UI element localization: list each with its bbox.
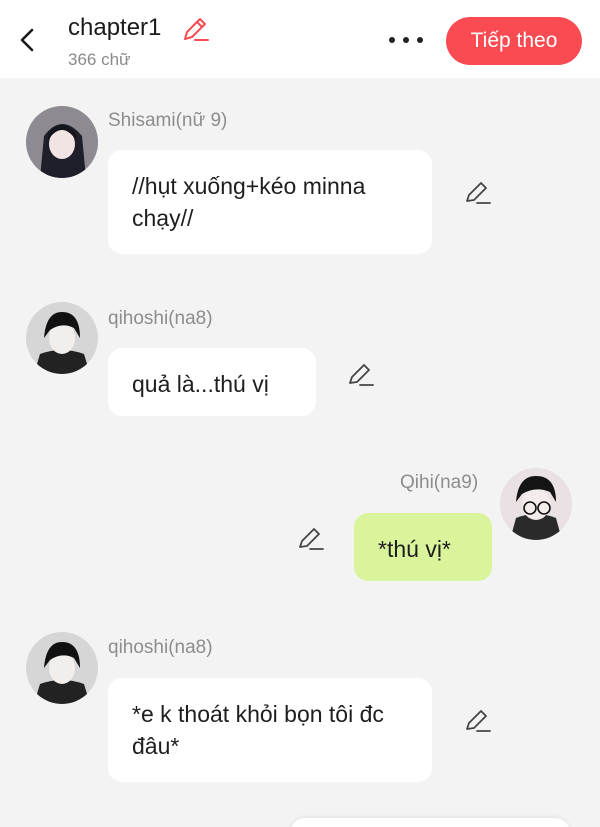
avatar[interactable] bbox=[500, 468, 572, 540]
pencil-icon[interactable] bbox=[463, 178, 493, 208]
pencil-icon[interactable] bbox=[463, 706, 493, 736]
avatar-image bbox=[500, 468, 572, 540]
avatar-image bbox=[26, 302, 98, 374]
header-bar: chapter1 366 chữ Tiếp theo bbox=[0, 0, 600, 78]
avatar-image bbox=[26, 632, 98, 704]
avatar-image bbox=[26, 106, 98, 178]
pencil-icon[interactable] bbox=[296, 524, 326, 554]
more-dots-icon[interactable] bbox=[386, 30, 426, 50]
message-bubble[interactable]: quả là...thú vị bbox=[108, 348, 316, 416]
message-bubble[interactable]: //hụt xuống+kéo minna chạy// bbox=[108, 150, 432, 254]
next-chapter-button[interactable]: Tiếp theo bbox=[446, 17, 582, 65]
message-bubble[interactable]: *e k thoát khỏi bọn tôi đc đâu* bbox=[108, 678, 432, 782]
back-arrow-icon[interactable] bbox=[14, 24, 42, 56]
avatar[interactable] bbox=[26, 302, 98, 374]
chapter-title[interactable]: chapter1 bbox=[68, 14, 161, 42]
avatar[interactable] bbox=[26, 632, 98, 704]
avatar[interactable] bbox=[26, 106, 98, 178]
speaker-name: Shisami(nữ 9) bbox=[108, 110, 228, 131]
speaker-name: qihoshi(na8) bbox=[108, 308, 213, 329]
speaker-name: qihoshi(na8) bbox=[108, 637, 213, 658]
word-count: 366 chữ bbox=[68, 50, 131, 69]
pencil-icon[interactable] bbox=[180, 14, 210, 44]
message-bubble[interactable]: *thú vị* bbox=[354, 513, 492, 581]
speaker-name: Qihi(na9) bbox=[400, 472, 479, 493]
pencil-icon[interactable] bbox=[346, 360, 376, 390]
bottom-panel-edge bbox=[290, 818, 570, 827]
